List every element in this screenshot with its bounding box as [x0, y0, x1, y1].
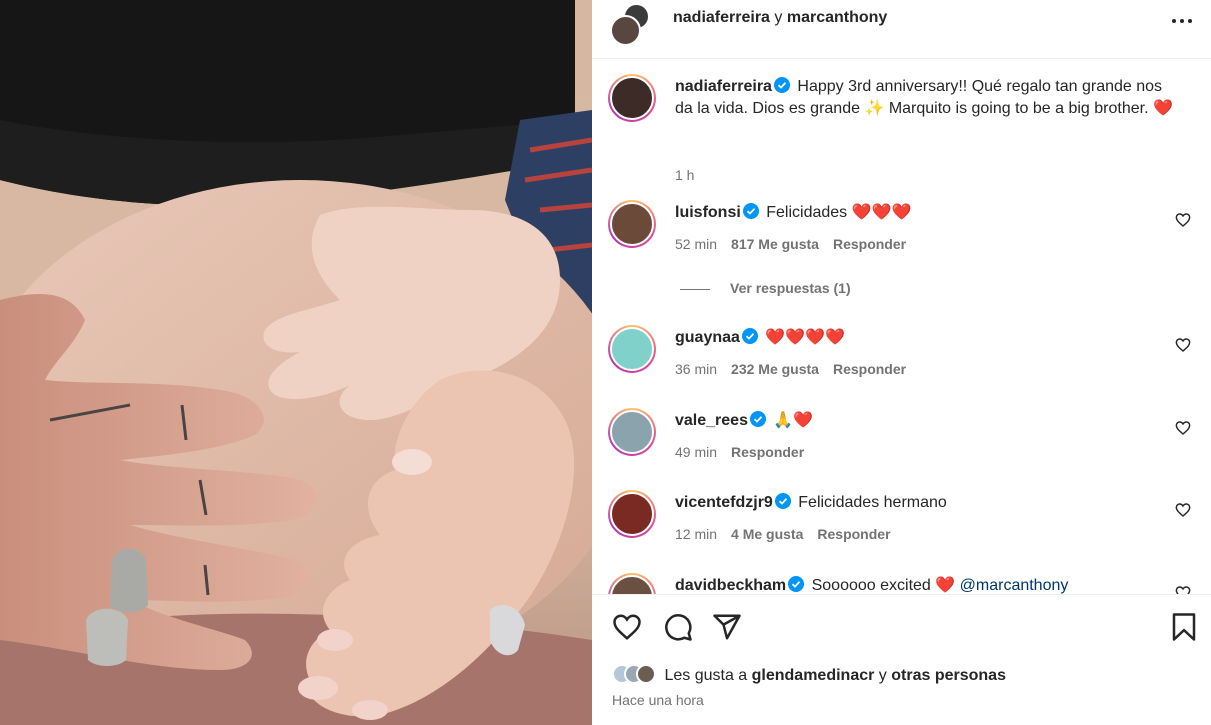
view-replies-button[interactable]: Ver respuestas (1)	[680, 280, 851, 296]
post-actions: Les gusta a glendamedinacr y otras perso…	[592, 594, 1211, 725]
likes-conjunction: y	[878, 667, 887, 684]
comments-list[interactable]: nadiaferreira Happy 3rd anniversary!! Qu…	[592, 60, 1211, 594]
comment-username[interactable]: davidbeckham	[675, 577, 786, 594]
comment-likes[interactable]: 232 Me gusta	[731, 361, 819, 377]
comment-username[interactable]: guaynaa	[675, 329, 740, 346]
verified-icon	[749, 411, 766, 427]
verified-icon	[774, 493, 791, 509]
comment-icon[interactable]	[663, 612, 693, 642]
reply-button[interactable]: Responder	[833, 361, 906, 377]
reply-button[interactable]: Responder	[817, 526, 890, 542]
comment-meta: 52 min 817 Me gusta Responder	[675, 236, 920, 252]
comment-avatar[interactable]	[608, 325, 656, 373]
caption-meta: 1 h	[675, 167, 708, 183]
heart-icon[interactable]	[1175, 502, 1191, 518]
comment-time: 36 min	[675, 361, 718, 377]
avatar-nadiaferreira	[610, 15, 641, 46]
collab-avatars[interactable]	[610, 3, 654, 46]
comment-likes[interactable]: 4 Me gusta	[731, 526, 803, 542]
liker-avatar	[636, 664, 656, 684]
post-header: nadiaferreira y marcanthony	[592, 0, 1211, 59]
comment-time: 12 min	[675, 526, 718, 542]
bookmark-icon[interactable]	[1169, 612, 1199, 642]
comment-time: 49 min	[675, 444, 718, 460]
likes-prefix: Les gusta a	[664, 667, 748, 684]
verified-icon	[741, 328, 758, 344]
comment-meta: 49 min Responder	[675, 444, 818, 460]
share-icon[interactable]	[712, 612, 742, 642]
caption-username[interactable]: nadiaferreira	[675, 78, 772, 95]
comment-body: 🙏❤️	[773, 412, 814, 429]
comment-text: davidbeckham Soooooo excited ❤️ @marcant…	[675, 575, 1175, 594]
comment-username[interactable]: luisfonsi	[675, 204, 741, 221]
comment-body: Soooooo excited ❤️	[811, 577, 956, 594]
verified-icon	[742, 203, 759, 219]
heart-icon[interactable]	[612, 612, 642, 642]
comment-likes[interactable]: 817 Me gusta	[731, 236, 819, 252]
post-photo	[0, 0, 592, 725]
authors-conjunction: y	[774, 9, 783, 26]
comment-username[interactable]: vicentefdzjr9	[675, 494, 773, 511]
comment-text: guaynaa ❤️❤️❤️❤️	[675, 327, 1175, 349]
caption-avatar[interactable]	[608, 74, 656, 122]
author-link-1[interactable]: nadiaferreira	[673, 9, 770, 26]
likes-user-link[interactable]: glendamedinacr	[752, 667, 875, 684]
comment-avatar[interactable]	[608, 490, 656, 538]
comment-text: vale_rees 🙏❤️	[675, 410, 1175, 432]
post-authors: nadiaferreira y marcanthony	[673, 8, 887, 28]
comment-avatar[interactable]	[608, 408, 656, 456]
likes-others-link[interactable]: otras personas	[891, 667, 1006, 684]
comment-text: vicentefdzjr9 Felicidades hermano	[675, 492, 1175, 514]
author-link-2[interactable]: marcanthony	[787, 9, 887, 26]
comment-body: Felicidades hermano	[798, 494, 947, 511]
caption-text: nadiaferreira Happy 3rd anniversary!! Qu…	[675, 76, 1175, 120]
comment-avatar[interactable]	[608, 200, 656, 248]
comment-avatar[interactable]	[608, 573, 656, 594]
heart-icon[interactable]	[1175, 585, 1191, 594]
comment-meta: 12 min 4 Me gusta Responder	[675, 526, 905, 542]
post-timestamp[interactable]: Hace una hora	[612, 692, 704, 708]
verified-icon	[773, 77, 790, 93]
comment-body: ❤️❤️❤️❤️	[765, 329, 846, 346]
post-detail-panel: nadiaferreira y marcanthony nadiaferreir…	[592, 0, 1211, 725]
view-replies-label: Ver respuestas (1)	[730, 280, 851, 296]
comment-meta: 36 min 232 Me gusta Responder	[675, 361, 920, 377]
heart-icon[interactable]	[1175, 337, 1191, 353]
verified-icon	[788, 576, 805, 592]
replies-divider	[680, 288, 710, 290]
heart-icon[interactable]	[1175, 212, 1191, 228]
likes-summary: Les gusta a glendamedinacr y otras perso…	[612, 664, 1006, 685]
comment-body: Felicidades ❤️❤️❤️	[766, 204, 912, 221]
heart-icon[interactable]	[1175, 420, 1191, 436]
more-icon[interactable]	[1170, 12, 1194, 28]
reply-button[interactable]: Responder	[731, 444, 804, 460]
mention-link[interactable]: @marcanthony	[960, 577, 1069, 594]
comment-username[interactable]: vale_rees	[675, 412, 748, 429]
comment-time: 52 min	[675, 236, 718, 252]
comment-text: luisfonsi Felicidades ❤️❤️❤️	[675, 202, 1175, 224]
caption-time: 1 h	[675, 167, 695, 183]
reply-button[interactable]: Responder	[833, 236, 906, 252]
